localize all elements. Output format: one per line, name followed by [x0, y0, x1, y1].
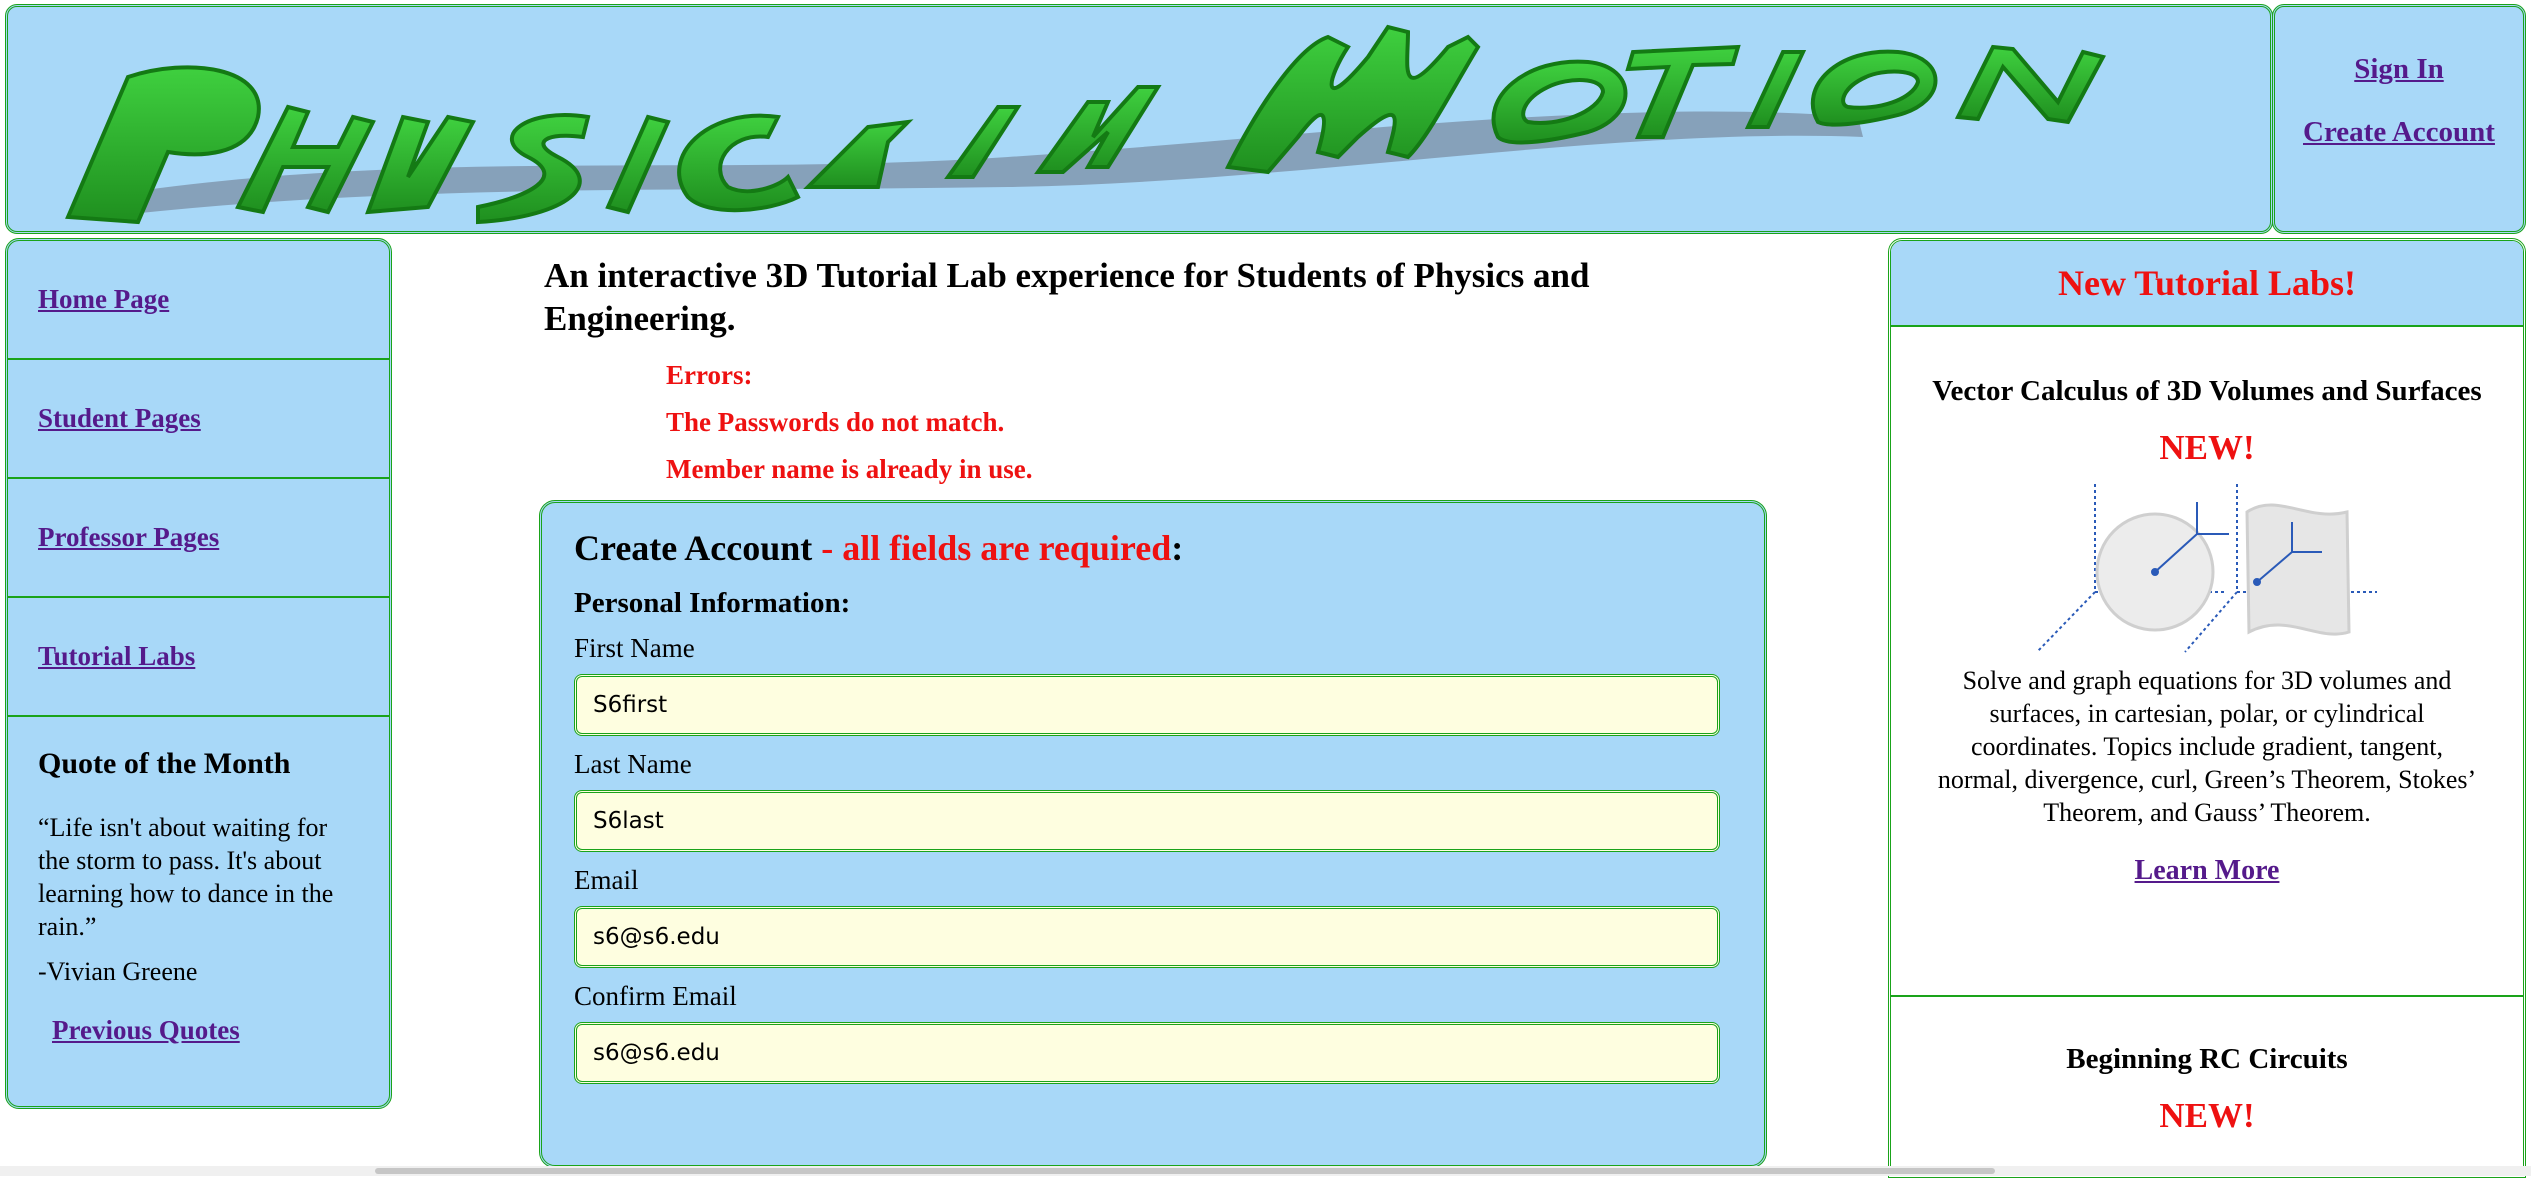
previous-quotes-link[interactable]: Previous Quotes: [52, 1015, 359, 1046]
tutorial-title: Beginning RC Circuits: [2066, 1043, 2348, 1075]
form-title-required: - all fields are required: [812, 528, 1172, 568]
first-name-input[interactable]: [574, 674, 1720, 736]
form-title-colon: :: [1171, 528, 1184, 568]
errors-heading: Errors:: [666, 360, 753, 390]
account-links: Sign In Create Account: [2272, 4, 2526, 234]
tutorial-card: Beginning RC Circuits NEW!: [1891, 997, 2523, 1136]
form-title-main: Create Account: [574, 528, 813, 568]
error-message: The Passwords do not match.: [666, 407, 1005, 437]
new-tutorials-panel: New Tutorial Labs! Vector Calculus of 3D…: [1888, 238, 2526, 1178]
last-name-label: Last Name: [574, 749, 692, 779]
form-title: Create Account - all fields are required…: [574, 527, 1734, 569]
tutorial-title: Vector Calculus of 3D Volumes and Surfac…: [1932, 375, 2482, 407]
create-account-link[interactable]: Create Account: [2275, 116, 2523, 149]
confirm-email-label: Confirm Email: [574, 981, 737, 1011]
error-message: Member name is already in use.: [666, 454, 1033, 484]
home-page-link[interactable]: Home Page: [38, 284, 169, 315]
new-badge: NEW!: [2159, 428, 2255, 467]
quote-heading: Quote of the Month: [38, 747, 291, 780]
quote-text: “Life isn't about waiting for the storm …: [38, 813, 334, 941]
email-input[interactable]: [574, 906, 1720, 968]
site-logo: [65, 24, 2106, 225]
learn-more-link[interactable]: Learn More: [1931, 855, 2483, 887]
create-account-form: Create Account - all fields are required…: [539, 500, 1767, 1168]
personal-info-heading: Personal Information:: [574, 587, 851, 619]
tutorial-description: Solve and graph equations for 3D volumes…: [1937, 666, 2477, 827]
new-tutorials-heading: New Tutorial Labs!: [1891, 241, 2523, 327]
tutorial-labs-link[interactable]: Tutorial Labs: [38, 641, 195, 672]
email-label: Email: [574, 865, 639, 895]
sidebar-item-students: Student Pages: [8, 360, 389, 479]
quote-author: -Vivian Greene: [38, 957, 198, 986]
new-badge: NEW!: [2159, 1096, 2255, 1135]
sign-in-link[interactable]: Sign In: [2275, 53, 2523, 86]
professor-pages-link[interactable]: Professor Pages: [38, 522, 219, 553]
student-pages-link[interactable]: Student Pages: [38, 403, 201, 434]
sidebar-item-professors: Professor Pages: [8, 479, 389, 598]
confirm-email-input[interactable]: [574, 1022, 1720, 1084]
quote-of-month: Quote of the Month “Life isn't about wai…: [8, 717, 389, 1046]
first-name-label: First Name: [574, 633, 695, 663]
vector-calculus-illustration: [2037, 484, 2377, 653]
last-name-input[interactable]: [574, 790, 1720, 852]
left-sidebar: Home Page Student Pages Professor Pages …: [5, 238, 392, 1109]
tutorial-card: Vector Calculus of 3D Volumes and Surfac…: [1891, 327, 2523, 997]
sidebar-item-home: Home Page: [8, 241, 389, 360]
page-tagline: An interactive 3D Tutorial Lab experienc…: [544, 256, 1590, 338]
sidebar-item-tutorials: Tutorial Labs: [8, 598, 389, 717]
header-banner: [5, 4, 2273, 234]
horizontal-scrollbar[interactable]: [0, 1166, 2531, 1176]
scrollbar-thumb[interactable]: [375, 1168, 1995, 1174]
